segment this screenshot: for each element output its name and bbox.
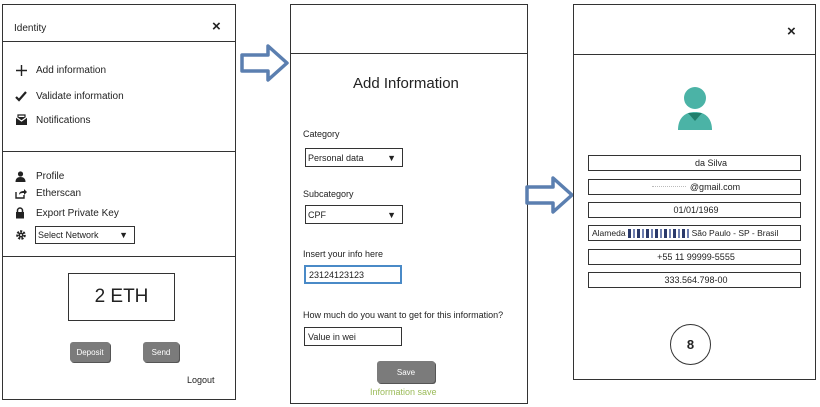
save-button-label: Save [396,367,416,377]
caret-down-icon: ▼ [387,209,396,220]
network-select-value: Select Network [38,230,99,240]
info-label: Insert your info here [303,249,384,259]
save-button[interactable]: Save [377,361,435,383]
birthdate-field: 01/01/1969 [588,202,801,218]
divider [3,41,235,42]
name-value: da Silva [694,158,728,168]
info-input-value: 23124123123 [309,269,365,280]
email-value: @gmail.com [689,182,741,192]
menu-item-label: Profile [36,171,65,182]
plus-icon [15,64,31,77]
send-button[interactable]: Send [143,342,179,362]
category-select[interactable]: Personal data ▼ [305,148,403,167]
email-field: @gmail.com [588,179,801,195]
phone-value: +55 11 99999-5555 [657,252,735,262]
menu-item-export-private-key[interactable]: Export Private Key [15,207,119,219]
info-input[interactable]: 23124123123 [304,265,402,284]
send-button-label: Send [151,347,171,357]
menu-item-etherscan[interactable]: Etherscan [15,188,81,199]
balance-box: 2 ETH [68,273,175,321]
birthdate-value: 01/01/1969 [673,205,719,215]
address-prefix: Alameda [592,228,626,238]
subcategory-select-value: CPF [308,209,326,220]
logout-link[interactable]: Logout [187,375,215,385]
share-icon [15,188,31,199]
menu-item-add-information[interactable]: Add information [15,64,106,77]
identity-panel: Identity × Add information Validate info… [2,4,236,400]
network-select[interactable]: Select Network ▼ [35,226,135,244]
category-label: Category [303,129,340,139]
close-button[interactable]: × [787,23,796,40]
cpf-field: 333.564.798-00 [588,272,801,288]
category-select-value: Personal data [308,152,364,163]
deposit-button-label: Deposit [76,347,104,357]
subcategory-select[interactable]: CPF ▼ [305,205,403,224]
menu-item-profile[interactable]: Profile [15,171,64,182]
count-badge-value: 8 [686,337,695,352]
caret-down-icon: ▼ [387,152,396,163]
menu-item-label: Validate information [36,91,124,102]
lock-icon [15,207,31,219]
price-label: How much do you want to get for this inf… [303,310,504,320]
balance-value: 2 ETH [94,286,149,307]
count-badge: 8 [670,324,711,365]
menu-item-label: Etherscan [36,188,82,199]
cpf-value: 333.564.798-00 [664,275,728,285]
user-icon [15,171,31,182]
avatar [678,87,712,130]
menu-item-label: Add information [36,65,107,76]
menu-item-label: Export Private Key [36,207,119,219]
address-suffix: São Paulo - SP - Brasil [691,228,779,238]
price-input[interactable]: Value in wei [304,327,402,346]
panel-title: Identity [14,23,47,34]
name-field: da Silva [588,155,801,171]
close-button[interactable]: × [212,18,221,35]
divider [574,54,815,55]
check-icon [15,91,31,102]
page-title: Add Information [353,75,459,92]
subcategory-label: Subcategory [303,189,354,199]
divider [3,151,235,152]
menu-item-label: Notifications [36,114,91,126]
divider [291,53,527,54]
price-input-placeholder: Value in wei [308,331,356,342]
email-redaction [651,186,686,188]
phone-field: +55 11 99999-5555 [588,249,801,265]
arrow-right-icon [240,44,289,82]
deposit-button[interactable]: Deposit [70,342,110,362]
status-message: Information save [370,387,437,397]
menu-item-notifications[interactable]: Notifications [15,114,90,126]
gear-icon [15,228,27,246]
arrow-right-icon [525,176,574,214]
profile-panel: × da Silva @gmail.com 01/01/1969 Alameda… [573,4,816,380]
envelope-icon [15,114,31,126]
add-information-panel: Add Information Category Personal data ▼… [290,4,528,404]
address-field: Alameda São Paulo - SP - Brasil [588,225,801,241]
caret-down-icon: ▼ [119,230,128,240]
menu-item-validate-information[interactable]: Validate information [15,91,124,102]
address-redaction [627,228,690,238]
divider [3,256,235,257]
